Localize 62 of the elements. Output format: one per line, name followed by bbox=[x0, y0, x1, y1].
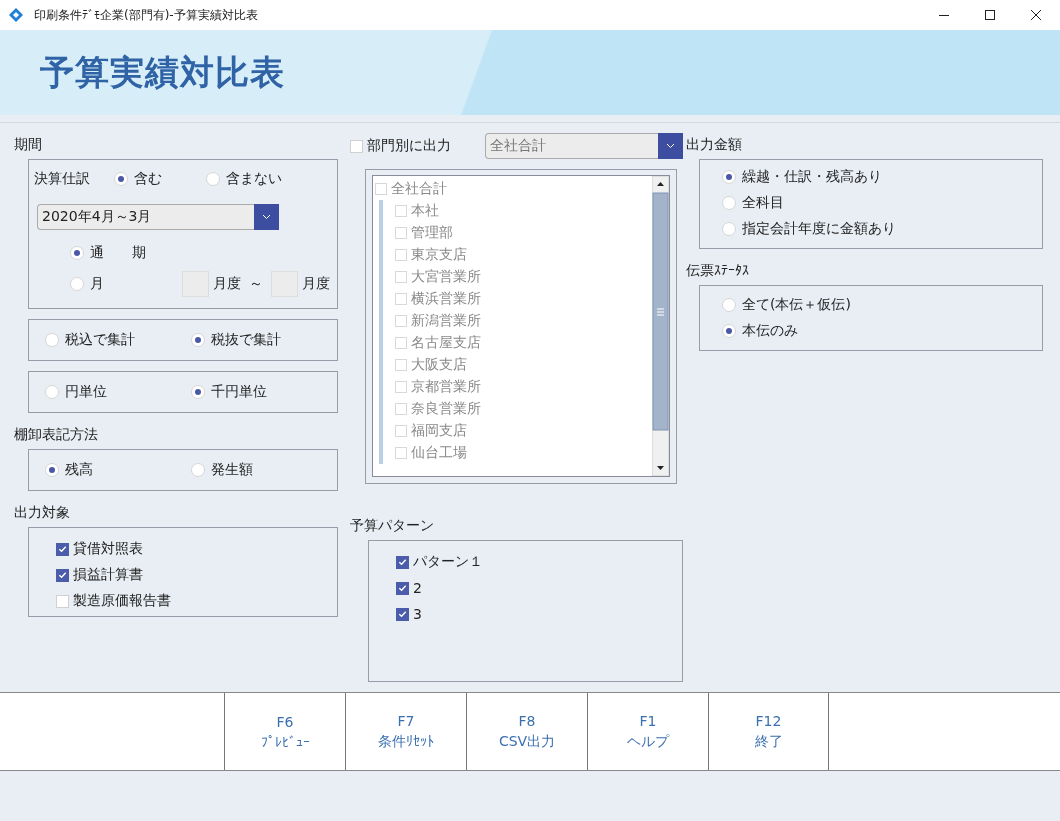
window-title: 印刷条件ﾃﾞﾓ企業(部門有)-予算実績対比表 bbox=[34, 6, 258, 24]
radio-button[interactable] bbox=[70, 277, 84, 291]
radio-label: 税込で集計 bbox=[65, 331, 135, 349]
radio-button[interactable] bbox=[206, 172, 220, 186]
radio-button[interactable] bbox=[722, 196, 736, 210]
section-label: 出力対象 bbox=[14, 503, 71, 522]
radio-label: 本伝のみ bbox=[742, 322, 798, 340]
section-label: 棚卸表記方法 bbox=[14, 425, 99, 444]
field-label: 決算仕訳 bbox=[34, 170, 91, 188]
checkbox-label: パターン１ bbox=[413, 553, 483, 571]
page-title: 予算実績対比表 bbox=[40, 50, 285, 94]
maximize-icon[interactable] bbox=[984, 9, 996, 21]
checkbox-label: 3 bbox=[413, 606, 422, 622]
diamond-logo-icon bbox=[8, 7, 24, 23]
radio-button[interactable] bbox=[45, 385, 59, 399]
checkbox[interactable] bbox=[396, 555, 409, 569]
radio-button[interactable] bbox=[114, 172, 128, 186]
unit-label: 月度 bbox=[302, 275, 330, 293]
section-label: 出力金額 bbox=[686, 135, 743, 154]
radio-label: 繰越・仕訳・残高あり bbox=[742, 168, 882, 186]
function-key-button[interactable]: F12 終了 bbox=[708, 693, 829, 770]
radio-button[interactable] bbox=[722, 170, 736, 184]
radio-label: 指定会計年度に金額あり bbox=[742, 220, 896, 238]
radio-label: 残高 bbox=[65, 461, 93, 479]
radio-button[interactable] bbox=[191, 385, 205, 399]
section-label: 予算パターン bbox=[350, 516, 435, 535]
month-input[interactable] bbox=[271, 271, 298, 297]
checkbox[interactable] bbox=[56, 542, 69, 556]
checkbox[interactable] bbox=[396, 607, 409, 621]
radio-button[interactable] bbox=[722, 298, 736, 312]
range-separator: ～ bbox=[249, 275, 263, 293]
section-label: 期間 bbox=[14, 135, 43, 154]
radio-button[interactable] bbox=[191, 333, 205, 347]
section-label: 伝票ｽﾃｰﾀｽ bbox=[686, 261, 750, 280]
radio-label: 発生額 bbox=[211, 461, 253, 479]
radio-button[interactable] bbox=[722, 324, 736, 338]
radio-button[interactable] bbox=[70, 246, 84, 260]
radio-label: 税抜で集計 bbox=[211, 331, 281, 349]
checkbox-label: 2 bbox=[413, 580, 422, 596]
radio-button[interactable] bbox=[722, 222, 736, 236]
checkbox-label: 貸借対照表 bbox=[73, 540, 143, 558]
radio-button[interactable] bbox=[45, 463, 59, 477]
radio-label: 全て(本伝＋仮伝) bbox=[742, 296, 851, 314]
radio-label: 通 期 bbox=[90, 244, 146, 262]
radio-label: 全科目 bbox=[742, 194, 784, 212]
chevron-down-icon bbox=[666, 143, 675, 149]
month-input[interactable] bbox=[182, 271, 209, 297]
checkbox-label: 製造原価報告書 bbox=[73, 592, 171, 610]
radio-button[interactable] bbox=[191, 463, 205, 477]
radio-label: 含まない bbox=[226, 170, 282, 188]
radio-label: 含む bbox=[134, 170, 162, 188]
radio-button[interactable] bbox=[45, 333, 59, 347]
chevron-down-icon bbox=[262, 214, 271, 220]
radio-label: 月 bbox=[90, 275, 105, 293]
checkbox-label: 損益計算書 bbox=[73, 566, 143, 584]
radio-label: 円単位 bbox=[65, 383, 107, 401]
unit-label: 月度 bbox=[213, 275, 241, 293]
close-icon[interactable] bbox=[1030, 9, 1042, 21]
radio-label: 千円単位 bbox=[211, 383, 267, 401]
checkbox-label: 部門別に出力 bbox=[367, 137, 452, 155]
checkbox[interactable] bbox=[396, 581, 409, 595]
checkbox[interactable] bbox=[56, 568, 69, 582]
